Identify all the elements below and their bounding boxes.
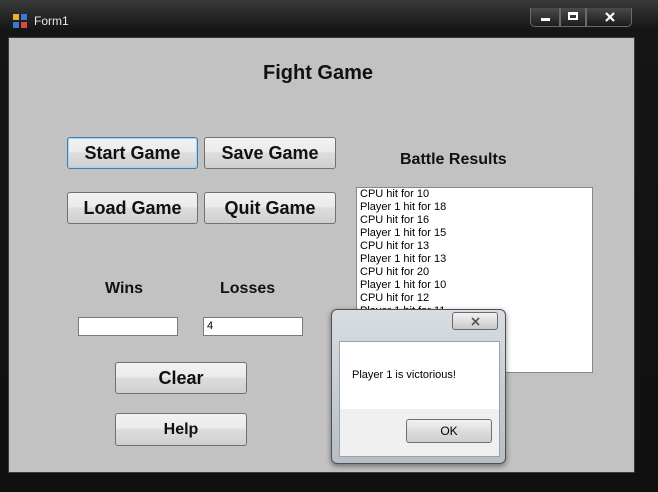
save-game-button[interactable]: Save Game — [204, 137, 336, 169]
close-icon — [471, 317, 480, 326]
losses-label: Losses — [220, 280, 276, 297]
list-item[interactable]: Player 1 hit for 18 — [357, 201, 592, 214]
maximize-icon — [568, 12, 578, 20]
dialog-close-button[interactable] — [452, 312, 498, 330]
start-game-button[interactable]: Start Game — [67, 137, 198, 169]
minimize-icon — [541, 18, 550, 21]
wins-label: Wins — [105, 280, 144, 297]
close-button[interactable] — [586, 8, 632, 27]
list-item[interactable]: CPU hit for 12 — [357, 292, 592, 305]
application-window: Form1 Fight Game Start Game Save Game Lo… — [0, 0, 658, 492]
game-title-label: Fight Game — [263, 62, 374, 84]
list-item[interactable]: CPU hit for 20 — [357, 266, 592, 279]
window-title: Form1 — [34, 14, 69, 28]
maximize-button[interactable] — [560, 8, 586, 27]
dialog-button-bar: OK — [339, 409, 500, 457]
form-icon[interactable] — [13, 14, 28, 29]
close-icon — [605, 12, 615, 22]
message-box-dialog: Player 1 is victorious! OK — [331, 309, 506, 464]
title-bar[interactable]: Form1 — [0, 0, 658, 34]
battle-results-label: Battle Results — [400, 151, 507, 168]
dialog-message-area: Player 1 is victorious! — [339, 341, 500, 409]
help-button[interactable]: Help — [115, 413, 247, 446]
list-item[interactable]: Player 1 hit for 15 — [357, 227, 592, 240]
losses-textbox[interactable]: 4 — [203, 317, 303, 336]
list-item[interactable]: Player 1 hit for 13 — [357, 253, 592, 266]
load-game-button[interactable]: Load Game — [67, 192, 198, 224]
clear-button[interactable]: Clear — [115, 362, 247, 394]
list-item[interactable]: Player 1 hit for 10 — [357, 279, 592, 292]
quit-game-button[interactable]: Quit Game — [204, 192, 336, 224]
list-item[interactable]: CPU hit for 13 — [357, 240, 592, 253]
list-item[interactable]: CPU hit for 16 — [357, 214, 592, 227]
form-client-area: Fight Game Start Game Save Game Load Gam… — [8, 37, 635, 473]
dialog-message: Player 1 is victorious! — [352, 369, 456, 381]
ok-button[interactable]: OK — [406, 419, 492, 443]
minimize-button[interactable] — [530, 8, 560, 27]
list-item[interactable]: CPU hit for 10 — [357, 188, 592, 201]
wins-textbox[interactable] — [78, 317, 178, 336]
